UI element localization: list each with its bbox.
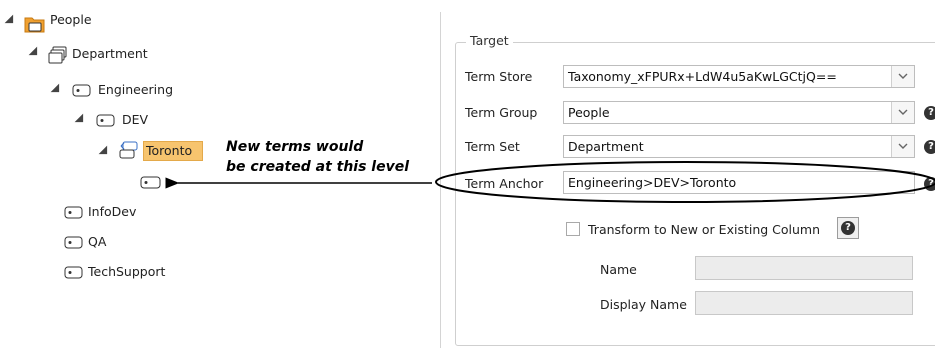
annotation-overlay bbox=[165, 161, 935, 203]
callout-ellipse bbox=[435, 161, 935, 203]
